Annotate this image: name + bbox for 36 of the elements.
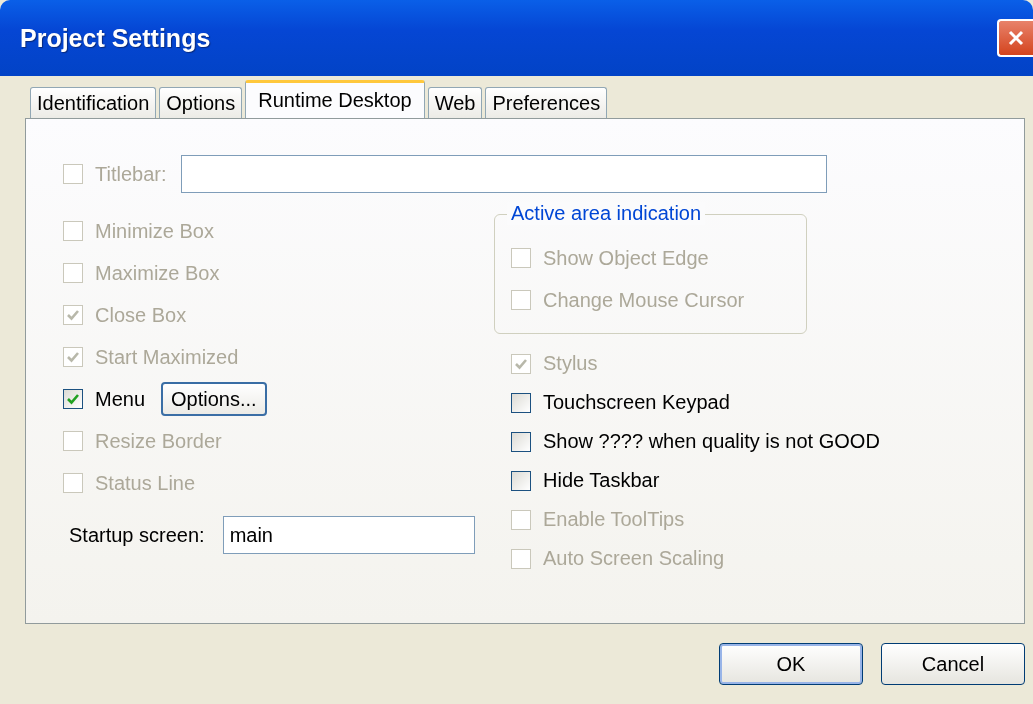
checkbox[interactable] xyxy=(511,470,531,491)
checkbox-label: Hide Taskbar xyxy=(543,469,660,492)
tab[interactable]: Options xyxy=(159,87,243,118)
check-icon xyxy=(66,308,80,322)
tab[interactable]: Web xyxy=(427,87,483,118)
checkbox-label: Auto Screen Scaling xyxy=(543,547,725,570)
check-icon xyxy=(66,392,80,406)
checkbox[interactable] xyxy=(511,392,531,413)
checkbox[interactable] xyxy=(63,389,83,409)
close-button[interactable] xyxy=(997,19,1033,57)
checkbox-label: Menu xyxy=(95,387,146,411)
checkbox-label: Maximize Box xyxy=(95,261,220,285)
tab[interactable]: Preferences xyxy=(485,87,608,118)
options-button[interactable]: Options... xyxy=(161,382,267,416)
checkbox-label: Start Maximized xyxy=(95,345,239,369)
checkbox-label: Change Mouse Cursor xyxy=(543,288,745,312)
checkbox-label: Status Line xyxy=(95,471,196,495)
field-label: Startup screen: xyxy=(69,523,205,547)
checkbox-label: Close Box xyxy=(95,303,187,327)
tab[interactable]: Identification xyxy=(30,87,157,118)
tab[interactable]: Runtime Desktop xyxy=(245,80,425,118)
checkbox-label: Minimize Box xyxy=(95,219,214,243)
checkbox-label: Enable ToolTips xyxy=(543,508,685,531)
checkbox-label: Resize Border xyxy=(95,429,222,453)
checkbox-label: Show Object Edge xyxy=(543,246,709,270)
close-icon xyxy=(1008,30,1024,46)
check-icon xyxy=(66,350,80,364)
window-title: Project Settings xyxy=(20,23,211,53)
dialog-button[interactable]: Cancel xyxy=(881,643,1025,685)
startup-screen-field[interactable]: main xyxy=(222,516,475,554)
checkbox-label: Touchscreen Keypad xyxy=(543,391,730,414)
checkbox-label: Stylus xyxy=(543,352,598,375)
dialog-button[interactable]: OK xyxy=(719,643,863,685)
checkbox-label: Show ???? when quality is not GOOD xyxy=(543,430,880,453)
checkbox-label: Titlebar: xyxy=(95,162,167,186)
checkbox[interactable] xyxy=(511,431,531,452)
